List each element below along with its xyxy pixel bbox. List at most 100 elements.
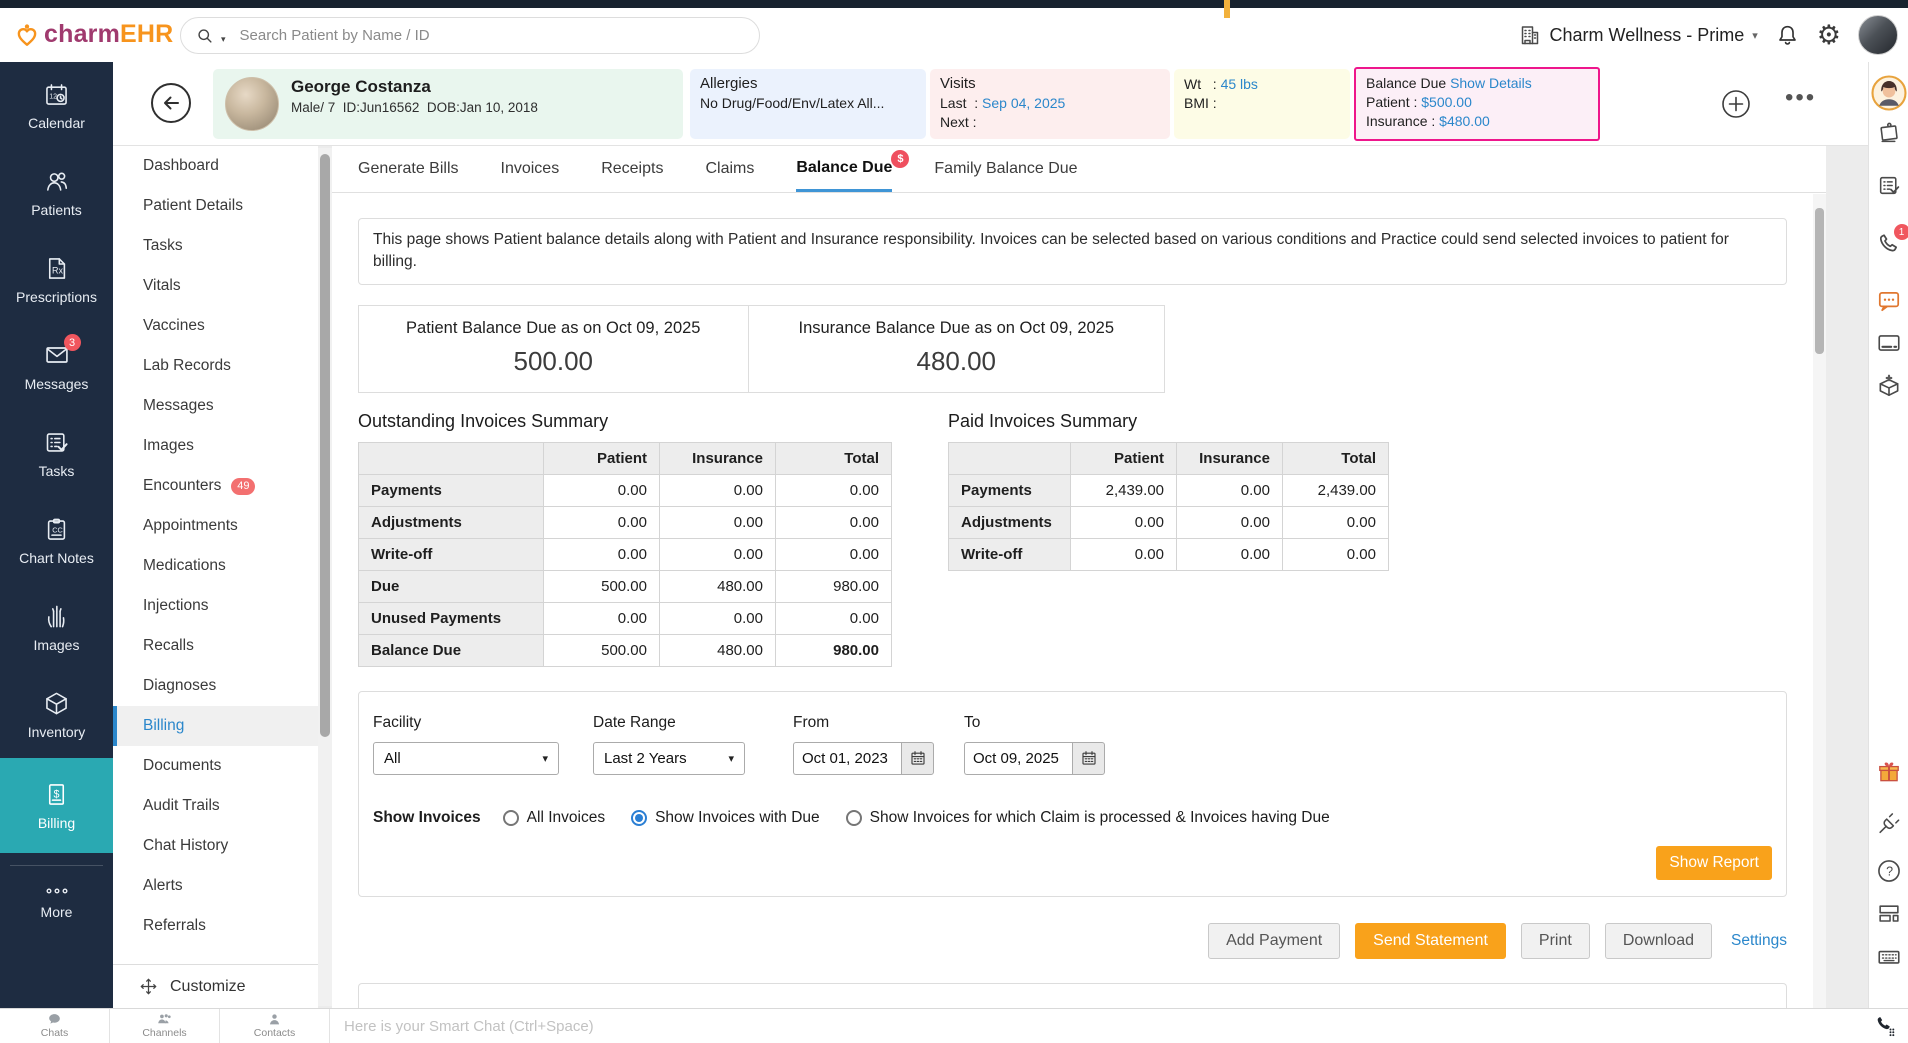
- menu-item-injections[interactable]: Injections: [113, 586, 318, 626]
- radio-invoices-with-due[interactable]: Show Invoices with Due: [631, 809, 820, 827]
- from-date-input[interactable]: [793, 742, 901, 775]
- svg-text:12: 12: [49, 93, 57, 100]
- more-dots-icon: [44, 885, 70, 897]
- menu-item-referrals[interactable]: Referrals: [113, 906, 318, 946]
- menu-item-dashboard[interactable]: Dashboard: [113, 146, 318, 186]
- menu-item-billing[interactable]: Billing: [113, 706, 318, 746]
- sidebar-item-chart-notes[interactable]: CC Chart Notes: [0, 497, 113, 584]
- sidebar-item-inventory[interactable]: Inventory: [0, 671, 113, 758]
- package-plus-icon[interactable]: [1876, 373, 1902, 399]
- balance-due-card[interactable]: Balance Due Show Details Patient : $500.…: [1354, 67, 1600, 141]
- menu-item-lab-records[interactable]: Lab Records: [113, 346, 318, 386]
- charmehr-logo[interactable]: charmEHR: [14, 20, 173, 49]
- settings-link[interactable]: Settings: [1731, 932, 1787, 950]
- visits-card[interactable]: Visits Last : Sep 04, 2025 Next :: [930, 69, 1170, 139]
- search-input[interactable]: [240, 27, 745, 44]
- sidebar-item-calendar[interactable]: 12 Calendar: [0, 62, 113, 149]
- menu-item-audit-trails[interactable]: Audit Trails: [113, 786, 318, 826]
- patient-info-card[interactable]: George Costanza Male/ 7 ID:Jun16562 DOB:…: [213, 69, 683, 139]
- menu-item-recalls[interactable]: Recalls: [113, 626, 318, 666]
- radio-all-invoices[interactable]: All Invoices: [503, 809, 605, 827]
- menu-item-alerts[interactable]: Alerts: [113, 866, 318, 906]
- weight-label: Wt: [1184, 76, 1201, 92]
- menu-item-documents[interactable]: Documents: [113, 746, 318, 786]
- chat-bubble-icon[interactable]: [1876, 288, 1902, 314]
- menu-item-encounters[interactable]: Encounters49: [113, 466, 318, 506]
- heart-logo-icon: [14, 22, 40, 48]
- sidebar-item-more[interactable]: More: [0, 866, 113, 938]
- footer-tab-channels[interactable]: Channels: [110, 1009, 220, 1043]
- menu-item-chat-history[interactable]: Chat History: [113, 826, 318, 866]
- sidebar-item-tasks[interactable]: Tasks: [0, 410, 113, 497]
- header-more-icon[interactable]: •••: [1785, 84, 1816, 112]
- menu-item-tasks[interactable]: Tasks: [113, 226, 318, 266]
- menu-scrollbar-handle[interactable]: [320, 154, 330, 737]
- tab-receipts[interactable]: Receipts: [601, 146, 663, 192]
- add-new-plus-icon[interactable]: [1721, 89, 1751, 119]
- print-button[interactable]: Print: [1521, 923, 1590, 959]
- menu-item-vitals[interactable]: Vitals: [113, 266, 318, 306]
- add-payment-button[interactable]: Add Payment: [1208, 923, 1340, 959]
- table-row: Balance Due500.00480.00980.00: [359, 634, 892, 666]
- show-invoices-label: Show Invoices: [373, 809, 481, 827]
- dialer-phone-icon[interactable]: [1874, 1014, 1898, 1038]
- vitals-card[interactable]: Wt : 45 lbs BMI :: [1174, 69, 1350, 139]
- tab-claims[interactable]: Claims: [705, 146, 754, 192]
- smart-chat-input[interactable]: [344, 1018, 1752, 1035]
- notifications-bell-icon[interactable]: [1775, 23, 1800, 48]
- menu-item-appointments[interactable]: Appointments: [113, 506, 318, 546]
- tab-invoices[interactable]: Invoices: [501, 146, 560, 192]
- back-button[interactable]: [149, 81, 193, 125]
- sidebar-item-patients[interactable]: Patients: [0, 149, 113, 236]
- help-icon[interactable]: ?: [1876, 858, 1902, 884]
- patient-search[interactable]: ▾: [180, 17, 760, 54]
- facility-select[interactable]: All▾: [373, 742, 559, 775]
- footer-tab-contacts[interactable]: Contacts: [220, 1009, 330, 1043]
- sidebar-item-prescriptions[interactable]: Rx Prescriptions: [0, 236, 113, 323]
- sidebar-item-images[interactable]: Images: [0, 584, 113, 671]
- assistant-avatar[interactable]: [1871, 75, 1907, 111]
- menu-item-diagnoses[interactable]: Diagnoses: [113, 666, 318, 706]
- inventory-cube-icon: [43, 690, 70, 717]
- tab-balance-due[interactable]: Balance Due$: [796, 146, 892, 192]
- keyboard-shortcuts-icon[interactable]: [1876, 944, 1902, 970]
- calls-phone-icon[interactable]: 1: [1876, 231, 1902, 257]
- practice-selector[interactable]: Charm Wellness - Prime ▾: [1518, 23, 1758, 47]
- send-statement-button[interactable]: Send Statement: [1355, 923, 1506, 959]
- payment-card-icon[interactable]: [1876, 330, 1902, 356]
- sticky-note-icon[interactable]: [1876, 120, 1901, 145]
- to-date-input[interactable]: [964, 742, 1072, 775]
- user-avatar[interactable]: [1858, 15, 1898, 55]
- allergies-card[interactable]: Allergies No Drug/Food/Env/Latex All...: [690, 69, 926, 139]
- radio-claim-processed[interactable]: Show Invoices for which Claim is process…: [846, 809, 1330, 827]
- to-calendar-button[interactable]: [1072, 742, 1105, 775]
- show-details-link[interactable]: Show Details: [1450, 75, 1532, 91]
- menu-item-images[interactable]: Images: [113, 426, 318, 466]
- menu-item-messages[interactable]: Messages: [113, 386, 318, 426]
- content-scrollbar-handle[interactable]: [1815, 208, 1824, 354]
- search-dropdown-caret[interactable]: ▾: [221, 34, 226, 45]
- customize-menu-button[interactable]: Customize: [113, 964, 318, 1008]
- gift-icon[interactable]: [1876, 759, 1902, 785]
- from-calendar-button[interactable]: [901, 742, 934, 775]
- visits-last-date-link[interactable]: Sep 04, 2025: [982, 95, 1065, 111]
- tasks-panel-icon[interactable]: [1876, 173, 1901, 198]
- tab-family-balance-due[interactable]: Family Balance Due: [934, 146, 1077, 192]
- smart-chat-input-area[interactable]: [330, 1009, 1908, 1043]
- menu-scrollbar[interactable]: [318, 148, 332, 1006]
- content-scrollbar[interactable]: [1813, 194, 1826, 1008]
- sidebar-item-messages[interactable]: 3 Messages: [0, 323, 113, 410]
- layout-widgets-icon[interactable]: [1876, 901, 1901, 926]
- menu-item-patient-details[interactable]: Patient Details: [113, 186, 318, 226]
- integrations-plug-icon[interactable]: [1876, 811, 1901, 836]
- date-range-select[interactable]: Last 2 Years▾: [593, 742, 745, 775]
- download-button[interactable]: Download: [1605, 923, 1712, 959]
- tab-generate-bills[interactable]: Generate Bills: [358, 146, 459, 192]
- sidebar-item-billing[interactable]: $ Billing: [0, 758, 113, 853]
- show-report-button[interactable]: Show Report: [1656, 846, 1772, 880]
- gear-icon[interactable]: ⚙: [1817, 22, 1841, 49]
- menu-item-medications[interactable]: Medications: [113, 546, 318, 586]
- menu-item-vaccines[interactable]: Vaccines: [113, 306, 318, 346]
- table-row: Due500.00480.00980.00: [359, 570, 892, 602]
- footer-tab-chats[interactable]: Chats: [0, 1009, 110, 1043]
